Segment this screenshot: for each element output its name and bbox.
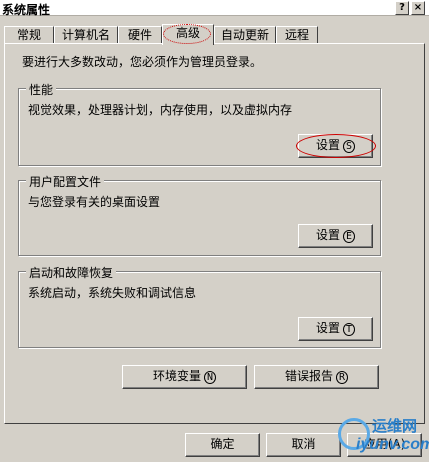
tab-automatic-updates[interactable]: 自动更新 <box>214 26 276 44</box>
user-profiles-settings-label: 设置 <box>315 228 340 242</box>
startup-recovery-settings-accel: T <box>342 323 356 336</box>
performance-settings-button[interactable]: 设置 S <box>298 134 373 158</box>
close-button[interactable]: × <box>411 1 425 15</box>
startup-recovery-settings-button[interactable]: 设置 T <box>298 317 373 341</box>
performance-desc: 视觉效果，处理器计划，内存使用，以及虚拟内存 <box>28 103 293 117</box>
startup-recovery-settings-label: 设置 <box>315 321 340 335</box>
tab-computer-name[interactable]: 计算机名 <box>54 26 118 44</box>
performance-title: 性能 <box>26 81 57 98</box>
tab-remote[interactable]: 远程 <box>276 26 318 44</box>
window-title: 系统属性 <box>2 3 51 17</box>
user-profiles-desc: 与您登录有关的桌面设置 <box>28 195 161 209</box>
apply-button[interactable]: 应用(A) <box>347 433 422 457</box>
performance-settings-label: 设置 <box>315 138 340 152</box>
error-reporting-label: 错误报告 <box>284 369 333 383</box>
help-button[interactable]: ? <box>395 1 409 15</box>
environment-variables-button[interactable]: 环境变量 N <box>122 365 247 389</box>
cancel-button[interactable]: 取消 <box>266 433 341 457</box>
user-profiles-title: 用户配置文件 <box>26 173 105 190</box>
tab-advanced[interactable]: 高级 <box>162 24 214 45</box>
startup-recovery-title: 启动和故障恢复 <box>26 264 117 281</box>
user-profiles-settings-accel: E <box>342 230 356 243</box>
title-bar: 系统属性 ? × <box>0 0 429 17</box>
admin-notice: 要进行大多数改动，您必须作为管理员登录。 <box>22 55 263 69</box>
startup-recovery-desc: 系统启动，系统失败和调试信息 <box>28 286 197 300</box>
tab-hardware[interactable]: 硬件 <box>118 26 162 44</box>
environment-variables-accel: N <box>203 371 217 384</box>
user-profiles-settings-button[interactable]: 设置 E <box>298 224 373 248</box>
tab-general[interactable]: 常规 <box>4 26 54 44</box>
performance-settings-accel: S <box>342 140 356 153</box>
error-reporting-accel: R <box>335 371 349 384</box>
ok-button[interactable]: 确定 <box>185 433 260 457</box>
error-reporting-button[interactable]: 错误报告 R <box>254 365 379 389</box>
environment-variables-label: 环境变量 <box>152 369 201 383</box>
